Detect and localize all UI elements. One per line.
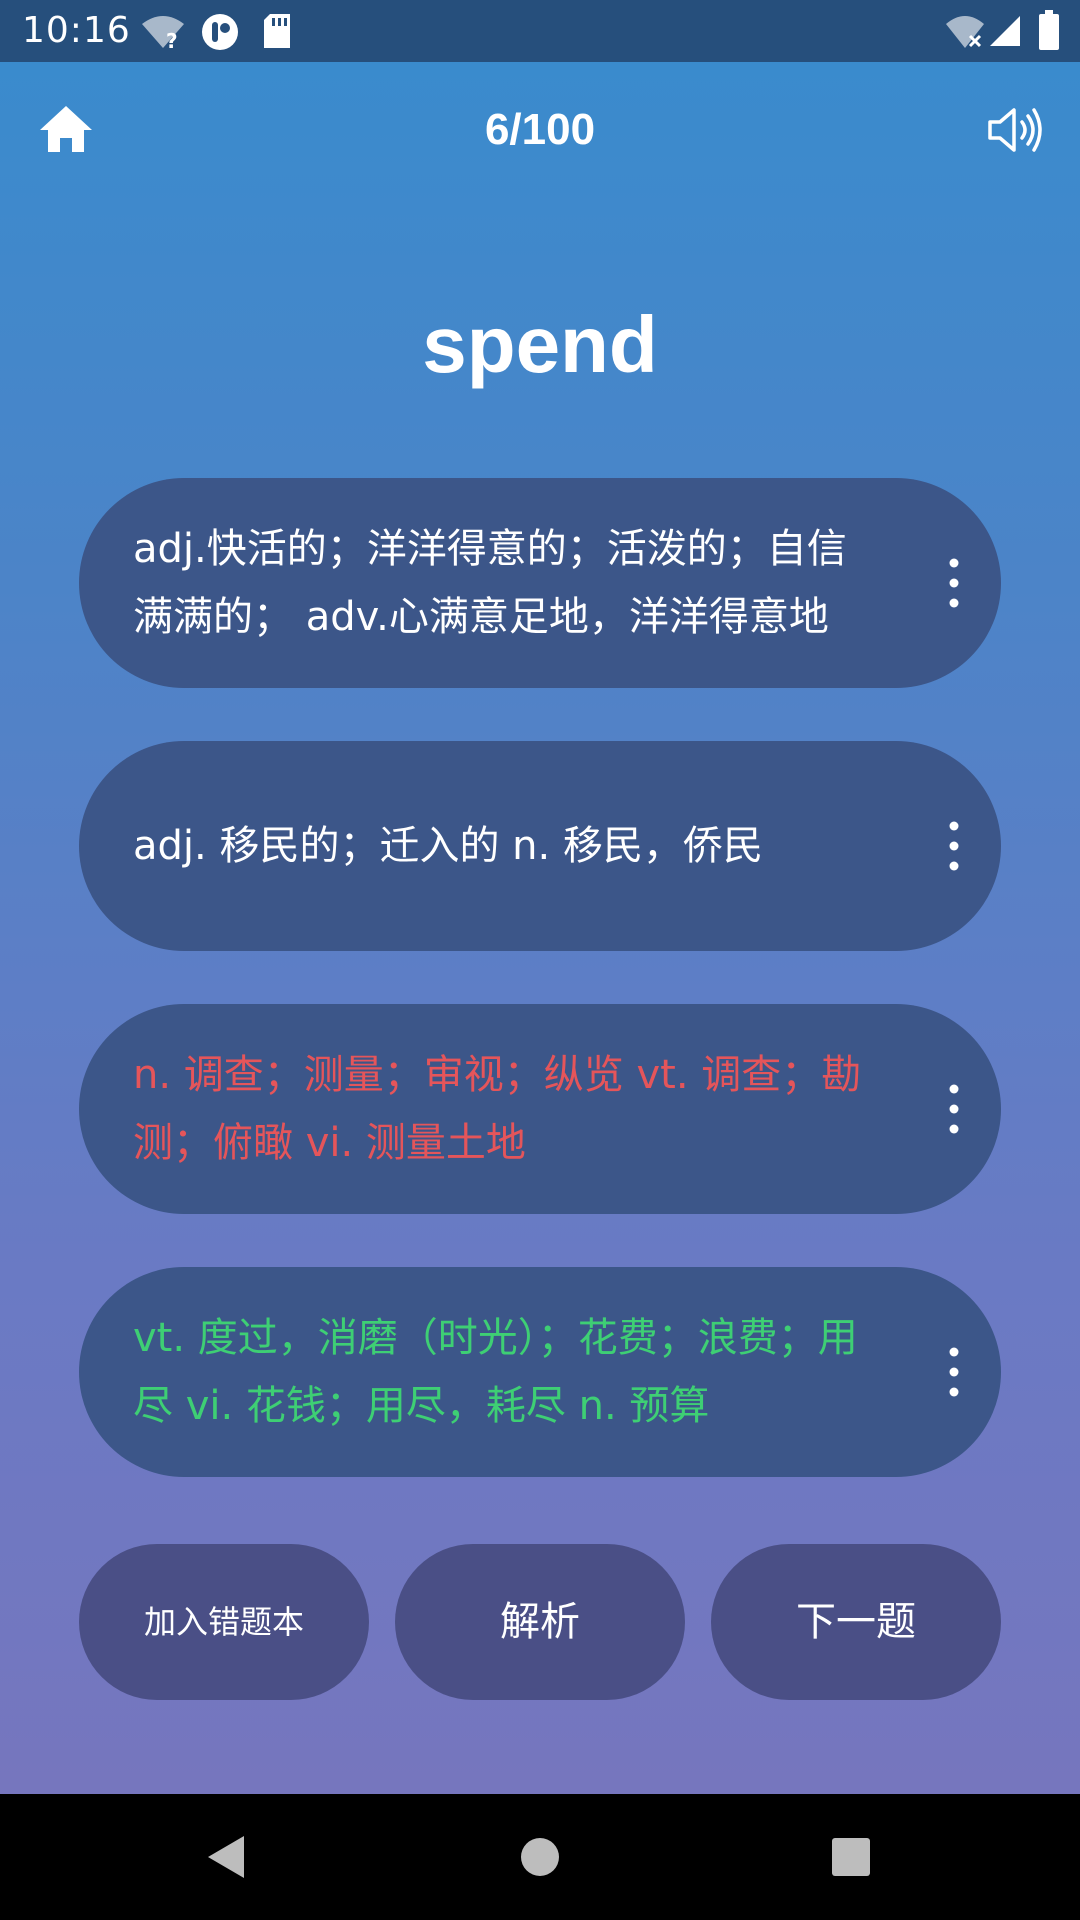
speaker-icon [988, 108, 1042, 152]
sd-card-icon [264, 14, 290, 48]
more-vertical-icon[interactable] [939, 1342, 969, 1402]
option-2[interactable]: adj. 移民的；迁入的 n. 移民，侨民 [79, 741, 1001, 951]
analysis-button[interactable]: 解析 [395, 1544, 685, 1700]
wifi-off-icon [946, 16, 984, 48]
screen: 10:16 ? 6/100 spend adj.快活的；洋洋得意的；活泼的；自信… [0, 0, 1080, 1920]
more-vertical-icon[interactable] [939, 553, 969, 613]
next-question-button[interactable]: 下一题 [711, 1544, 1001, 1700]
home-circle-icon[interactable] [519, 1836, 561, 1878]
back-icon[interactable] [202, 1832, 252, 1882]
home-icon [40, 106, 92, 152]
option-3-text: n. 调查；测量；审视；纵览 vt. 调查；勘测；俯瞰 vi. 测量土地 [133, 1052, 862, 1166]
recents-icon[interactable] [830, 1836, 872, 1878]
option-4[interactable]: vt. 度过，消磨（时光）；花费；浪费；用尽 vi. 花钱；用尽，耗尽 n. 预… [79, 1267, 1001, 1477]
app-notification-icon [202, 14, 238, 50]
option-1[interactable]: adj.快活的；洋洋得意的；活泼的；自信满满的； adv.心满意足地，洋洋得意地 [79, 478, 1001, 688]
question-counter: 6/100 [484, 105, 596, 154]
wifi-unknown-icon: ? [142, 16, 184, 50]
signal-icon [990, 16, 1020, 46]
more-vertical-icon[interactable] [939, 1079, 969, 1139]
speaker-button[interactable] [984, 100, 1044, 160]
option-4-text: vt. 度过，消磨（时光）；花费；浪费；用尽 vi. 花钱；用尽，耗尽 n. 预… [133, 1315, 858, 1429]
status-time: 10:16 [22, 10, 131, 51]
option-2-text: adj. 移民的；迁入的 n. 移民，侨民 [133, 823, 763, 869]
add-to-wrong-book-button[interactable]: 加入错题本 [79, 1544, 369, 1700]
battery-icon [1039, 10, 1059, 50]
svg-text:?: ? [166, 29, 178, 50]
system-nav-bar [0, 1794, 1080, 1920]
home-button[interactable] [36, 100, 96, 160]
more-vertical-icon[interactable] [939, 816, 969, 876]
question-word: spend [422, 300, 658, 389]
option-3[interactable]: n. 调查；测量；审视；纵览 vt. 调查；勘测；俯瞰 vi. 测量土地 [79, 1004, 1001, 1214]
option-1-text: adj.快活的；洋洋得意的；活泼的；自信满满的； adv.心满意足地，洋洋得意地 [133, 526, 847, 640]
status-bar: 10:16 ? [0, 0, 1080, 62]
